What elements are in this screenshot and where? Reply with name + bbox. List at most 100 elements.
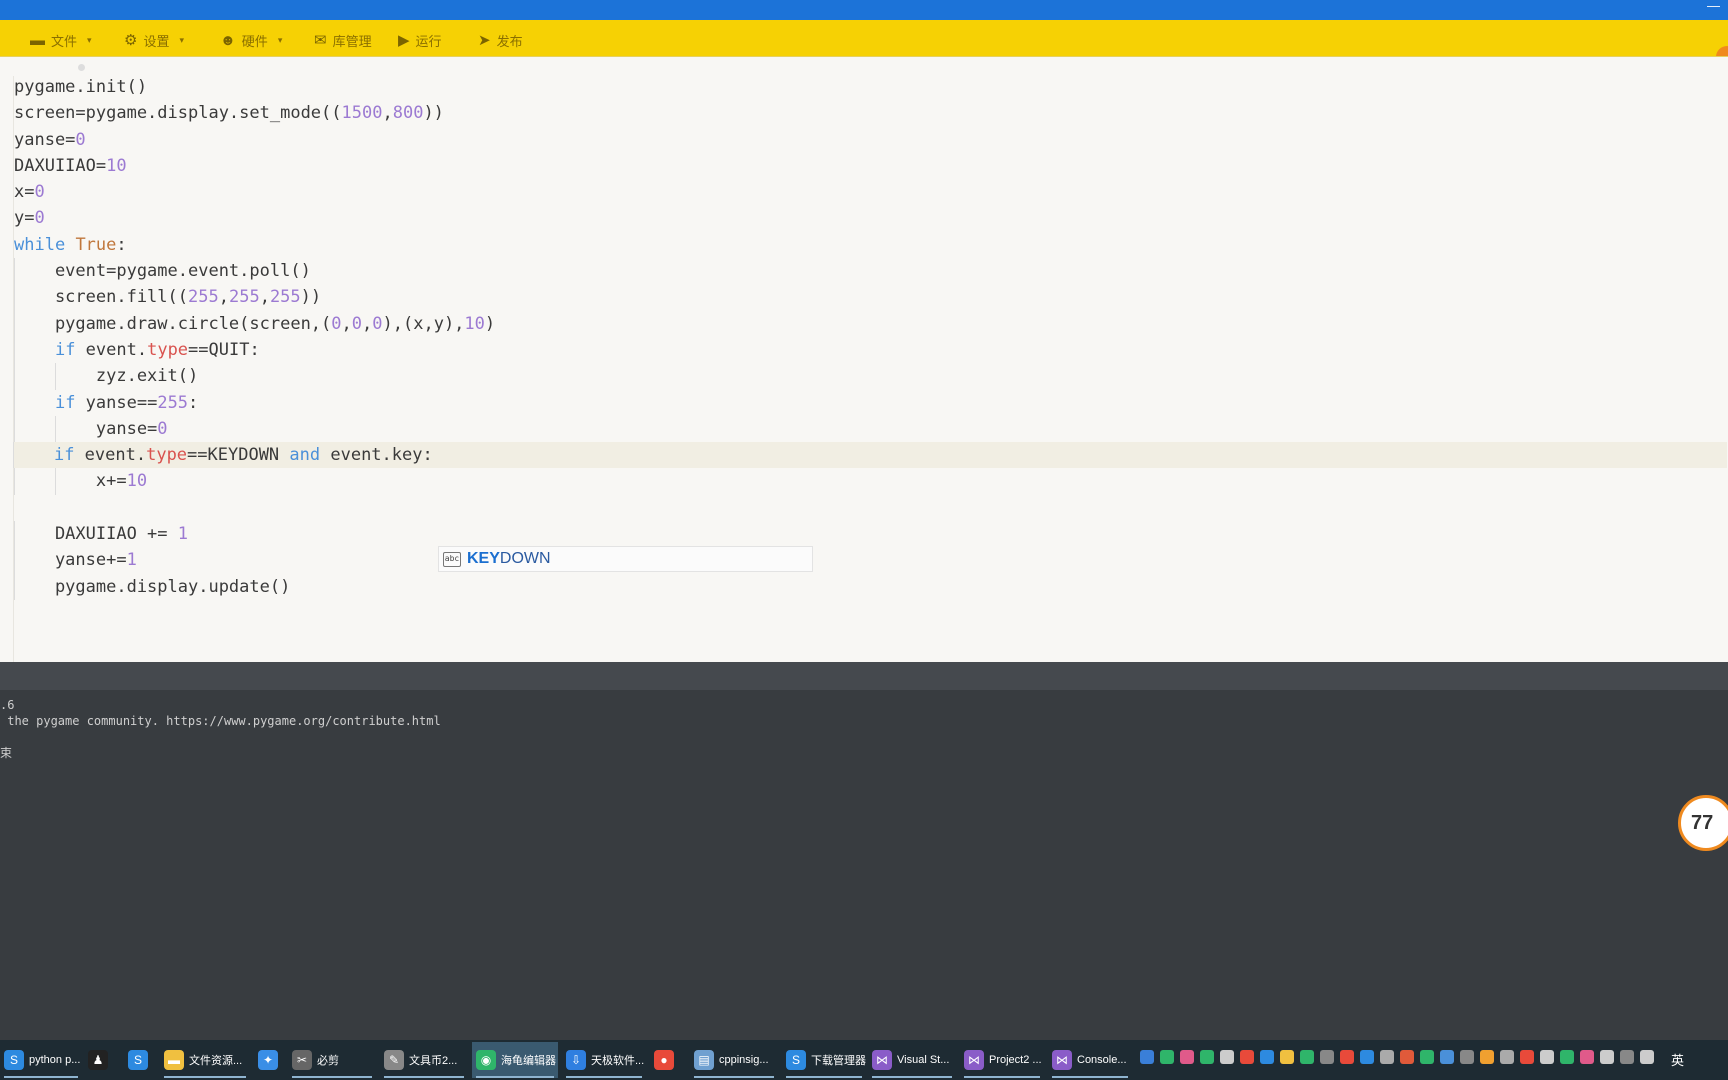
code-line[interactable]: x=0 xyxy=(14,179,1727,205)
code-line[interactable] xyxy=(14,495,1727,521)
menu-5[interactable]: ➤ 发布 xyxy=(478,29,523,51)
taskbar-label: cppinsig... xyxy=(719,1054,769,1066)
indent-guide xyxy=(55,363,56,390)
ime-indicator[interactable]: 英 xyxy=(1671,1050,1684,1069)
taskbar-label: 天极软件... xyxy=(591,1055,645,1067)
taskbar-item[interactable]: S xyxy=(124,1042,158,1078)
vs-icon: ⋈ xyxy=(1052,1050,1072,1070)
menu-4[interactable]: ▶ 运行 xyxy=(398,29,442,51)
code-line[interactable]: yanse=0 xyxy=(14,415,1727,443)
taskbar-item[interactable]: ◉ 海龟编辑器 xyxy=(472,1042,558,1078)
doc-icon: ▤ xyxy=(694,1050,714,1070)
taskbar-item[interactable]: ⇩ 天极软件... xyxy=(562,1042,646,1078)
tray-icon[interactable] xyxy=(1540,1050,1554,1064)
tray-icon[interactable] xyxy=(1480,1050,1494,1064)
tray-icon[interactable] xyxy=(1220,1050,1234,1064)
code-line[interactable]: if yanse==255: xyxy=(14,389,1727,416)
tray-icon[interactable] xyxy=(1600,1050,1614,1064)
taskbar-item[interactable]: ▬ 文件资源... xyxy=(160,1042,250,1078)
sogou-icon: S xyxy=(786,1050,806,1070)
tray-icon[interactable] xyxy=(1180,1050,1194,1064)
menu-0[interactable]: ▬ 文件 ▾ xyxy=(30,29,92,51)
code-line[interactable]: pygame.draw.circle(screen,(0,0,0),(x,y),… xyxy=(14,310,1727,337)
tray-icon[interactable] xyxy=(1640,1050,1654,1064)
taskbar-item[interactable]: ⋈ Console... xyxy=(1048,1042,1132,1078)
tray-icon[interactable] xyxy=(1520,1050,1534,1064)
code-line[interactable]: pygame.display.update() xyxy=(14,573,1727,600)
taskbar-item[interactable]: ♟ xyxy=(84,1042,120,1078)
code-line[interactable]: yanse=0 xyxy=(14,127,1727,153)
menu-1[interactable]: ⚙ 设置 ▾ xyxy=(124,29,184,51)
pen-icon: ✎ xyxy=(384,1050,404,1070)
tray-icon[interactable] xyxy=(1420,1050,1434,1064)
folder-icon: ▬ xyxy=(30,31,45,49)
code-line[interactable]: pygame.init() xyxy=(14,76,1727,100)
taskbar-item[interactable]: S 下载管理器 xyxy=(782,1042,866,1078)
code-line[interactable]: screen.fill((255,255,255)) xyxy=(14,284,1727,311)
running-indicator xyxy=(292,1076,372,1078)
taskbar-label: 文件资源... xyxy=(189,1055,243,1067)
indent-guide xyxy=(14,547,15,574)
console-output: .6 the pygame community. https://www.pyg… xyxy=(0,690,1728,1040)
code-line[interactable]: yanse+=1 xyxy=(14,547,1727,574)
code-line[interactable]: DAXUIIAO += 1 xyxy=(14,521,1727,548)
menu-2[interactable]: ☻ 硬件 ▾ xyxy=(220,29,282,51)
tray-icon[interactable] xyxy=(1300,1050,1314,1064)
code-line[interactable]: while True: xyxy=(14,232,1727,258)
taskbar-label: python p... xyxy=(29,1054,81,1066)
code-line[interactable]: if event.type==KEYDOWN and event.key: xyxy=(13,442,1727,469)
tray-icon[interactable] xyxy=(1360,1050,1374,1064)
code-area[interactable]: pygame.init() screen=pygame.display.set_m… xyxy=(13,76,1727,600)
taskbar-item[interactable]: Spython p... xyxy=(0,1042,82,1078)
code-line[interactable]: event=pygame.event.poll() xyxy=(14,258,1727,285)
tray-icon[interactable] xyxy=(1440,1050,1454,1064)
menu-label: 文件 xyxy=(51,33,78,49)
minimize-icon[interactable]: — xyxy=(1707,0,1720,13)
taskbar-item[interactable]: ⋈ Project2 ... xyxy=(960,1042,1044,1078)
taskbar-item[interactable]: ▤ cppinsig... xyxy=(690,1042,778,1078)
menu-3[interactable]: ✉ 库管理 xyxy=(314,29,372,51)
tray-icon[interactable] xyxy=(1240,1050,1254,1064)
code-line[interactable]: zyz.exit() xyxy=(14,363,1727,390)
tray-icon[interactable] xyxy=(1160,1050,1174,1064)
tray-icon[interactable] xyxy=(1380,1050,1394,1064)
menu-label: 设置 xyxy=(143,33,170,49)
taskbar-item[interactable]: ● xyxy=(650,1042,686,1078)
system-tray[interactable] xyxy=(1140,1050,1654,1064)
taskbar-item[interactable]: ✎ 文具币2... xyxy=(380,1042,468,1078)
chevron-down-icon: ▾ xyxy=(277,34,283,45)
taskbar-item[interactable]: ⋈ Visual St... xyxy=(868,1042,956,1078)
tray-icon[interactable] xyxy=(1620,1050,1634,1064)
tab-modified-dot xyxy=(78,64,85,71)
chevron-down-icon: ▾ xyxy=(87,34,92,45)
menu-label: 发布 xyxy=(496,33,523,49)
folder-icon: ▬ xyxy=(164,1050,184,1070)
tray-icon[interactable] xyxy=(1500,1050,1514,1064)
indent-guide xyxy=(14,310,15,337)
tray-icon[interactable] xyxy=(1260,1050,1274,1064)
code-line[interactable]: x+=10 xyxy=(14,468,1727,495)
taskbar: 英 Spython p... ♟ S ▬ 文件资源... ✦ ✂ 必剪 ✎ 文具币2... ◉ 海龟编… xyxy=(0,1040,1728,1080)
tray-icon[interactable] xyxy=(1200,1050,1214,1064)
tray-icon[interactable] xyxy=(1400,1050,1414,1064)
autocomplete-popup[interactable]: abc KEY DOWN xyxy=(438,546,813,572)
taskbar-item[interactable]: ✂ 必剪 xyxy=(288,1042,376,1078)
tray-icon[interactable] xyxy=(1340,1050,1354,1064)
speed-badge[interactable]: 77 xyxy=(1678,795,1728,851)
tray-icon[interactable] xyxy=(1280,1050,1294,1064)
code-editor[interactable]: pygame.init() screen=pygame.display.set_m… xyxy=(0,76,1728,662)
tray-icon[interactable] xyxy=(1580,1050,1594,1064)
indent-guide xyxy=(14,336,15,364)
tray-icon[interactable] xyxy=(1140,1050,1154,1064)
running-indicator xyxy=(964,1076,1040,1078)
code-line[interactable]: DAXUIIAO=10 xyxy=(14,153,1727,179)
console-line: .6 xyxy=(0,698,15,712)
code-line[interactable]: y=0 xyxy=(14,205,1727,231)
tray-icon[interactable] xyxy=(1320,1050,1334,1064)
code-line[interactable]: if event.type==QUIT: xyxy=(14,336,1727,364)
taskbar-item[interactable]: ✦ xyxy=(254,1042,284,1078)
tray-icon[interactable] xyxy=(1460,1050,1474,1064)
taskbar-label: Console... xyxy=(1077,1054,1127,1066)
code-line[interactable]: screen=pygame.display.set_mode((1500,800… xyxy=(14,100,1727,126)
tray-icon[interactable] xyxy=(1560,1050,1574,1064)
